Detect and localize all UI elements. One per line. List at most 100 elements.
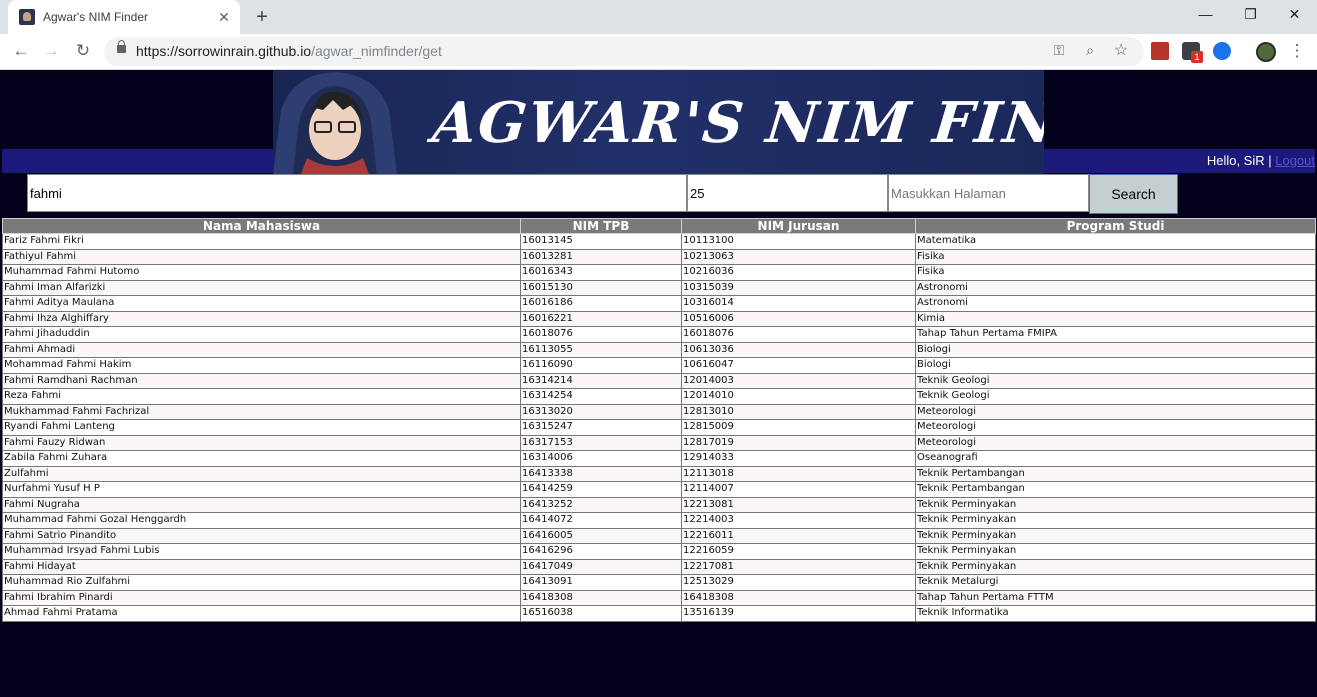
search-button[interactable]: Search bbox=[1089, 174, 1178, 214]
cell-nim-jurusan: 16018076 bbox=[681, 326, 916, 343]
cell-nama: Fathiyul Fahmi bbox=[2, 248, 521, 265]
avatar[interactable] bbox=[1256, 42, 1276, 62]
back-icon[interactable]: ← bbox=[8, 38, 34, 64]
cell-program-studi: Matematika bbox=[915, 233, 1316, 250]
extension-badge: 1 bbox=[1191, 51, 1203, 63]
page-input[interactable]: Masukkan Halaman bbox=[888, 174, 1089, 212]
cell-nim-tpb: 16416005 bbox=[520, 527, 682, 544]
name-search-input[interactable]: fahmi bbox=[27, 174, 687, 212]
table-row: Ahmad Fahmi Pratama 16516038 13516139 Tekni… bbox=[2, 605, 1316, 622]
results-table: Nama Mahasiswa NIM TPB NIM Jurusan Progr… bbox=[2, 218, 1316, 622]
close-tab-icon[interactable]: ✕ bbox=[212, 9, 236, 26]
cell-nama: Ahmad Fahmi Pratama bbox=[2, 605, 521, 622]
cell-nim-tpb: 16314006 bbox=[520, 450, 682, 467]
table-row: Fariz Fahmi Fikri 16013145 10113100 Matemat… bbox=[2, 233, 1316, 250]
new-tab-icon[interactable]: + bbox=[250, 4, 274, 30]
cell-nim-jurusan: 10216036 bbox=[681, 264, 916, 281]
sync-extension-icon[interactable] bbox=[1213, 42, 1231, 60]
cell-nama: Fahmi Ramdhani Rachman bbox=[2, 372, 521, 389]
cell-nim-jurusan: 12216011 bbox=[681, 527, 916, 544]
table-row: Fahmi Ibrahim Pinardi 16418308 16418308 Tah… bbox=[2, 589, 1316, 606]
cell-nim-jurusan: 12214003 bbox=[681, 512, 916, 529]
cell-nim-jurusan: 10213063 bbox=[681, 248, 916, 265]
cell-nama: Mukhammad Fahmi Fachrizal bbox=[2, 403, 521, 420]
cell-nim-tpb: 16317153 bbox=[520, 434, 682, 451]
cell-program-studi: Teknik Perminyakan bbox=[915, 543, 1316, 560]
forward-icon[interactable]: → bbox=[38, 38, 64, 64]
reload-icon[interactable]: ↻ bbox=[70, 38, 96, 64]
cell-program-studi: Fisika bbox=[915, 248, 1316, 265]
greeting-text: Hello, SiR | bbox=[1206, 153, 1276, 168]
header-program-studi: Program Studi bbox=[915, 218, 1316, 234]
cell-nim-tpb: 16413252 bbox=[520, 496, 682, 513]
cell-nama: Muhammad Rio Zulfahmi bbox=[2, 574, 521, 591]
header-nim-tpb: NIM TPB bbox=[520, 218, 682, 234]
cell-nim-jurusan: 10616047 bbox=[681, 357, 916, 374]
table-row: Fahmi Nugraha 16413252 12213081 Teknik Perm… bbox=[2, 496, 1316, 513]
cell-nama: Fahmi Fauzy Ridwan bbox=[2, 434, 521, 451]
site-banner: AGWAR'S NIM FINDER bbox=[273, 70, 1044, 174]
url-host: https://sorrowinrain.github.io bbox=[136, 43, 312, 59]
cell-nim-jurusan: 10613036 bbox=[681, 341, 916, 358]
cell-nim-jurusan: 12014010 bbox=[681, 388, 916, 405]
cell-nama: Muhammad Fahmi Gozal Henggardh bbox=[2, 512, 521, 529]
table-row: Fahmi Fauzy Ridwan 16317153 12817019 Meteor… bbox=[2, 434, 1316, 451]
cell-nim-tpb: 16113055 bbox=[520, 341, 682, 358]
restore-icon[interactable]: ❐ bbox=[1228, 0, 1273, 30]
table-row: Muhammad Rio Zulfahmi 16413091 12513029 Tek… bbox=[2, 574, 1316, 591]
cell-nim-jurusan: 12813010 bbox=[681, 403, 916, 420]
banner-title: AGWAR'S NIM FINDER bbox=[429, 90, 1044, 156]
pdf-extension-icon[interactable] bbox=[1151, 42, 1169, 60]
cell-program-studi: Tahap Tahun Pertama FTTM bbox=[915, 589, 1316, 606]
cell-program-studi: Teknik Pertambangan bbox=[915, 481, 1316, 498]
cell-nim-jurusan: 12213081 bbox=[681, 496, 916, 513]
cell-program-studi: Astronomi bbox=[915, 279, 1316, 296]
cell-nama: Fahmi Satrio Pinandito bbox=[2, 527, 521, 544]
cell-nim-jurusan: 10316014 bbox=[681, 295, 916, 312]
user-greeting: Hello, SiR | Logout bbox=[1207, 149, 1315, 173]
browser-tab[interactable]: Agwar's NIM Finder ✕ bbox=[8, 0, 240, 34]
key-icon[interactable]: ⚿ bbox=[1049, 42, 1069, 59]
table-row: Ryandi Fahmi Lanteng 16315247 12815009 Mete… bbox=[2, 419, 1316, 436]
extension-icon[interactable]: 1 bbox=[1182, 42, 1203, 63]
table-row: Nurfahmi Yusuf H P 16414259 12114007 Teknik… bbox=[2, 481, 1316, 498]
cell-nim-tpb: 16414259 bbox=[520, 481, 682, 498]
mascot-image bbox=[273, 72, 397, 174]
zoom-icon[interactable]: ⌕ bbox=[1080, 42, 1100, 59]
address-bar[interactable]: https://sorrowinrain.github.io/agwar_nim… bbox=[104, 37, 1144, 66]
search-form: fahmi 25 Masukkan Halaman Search bbox=[0, 174, 1317, 214]
tab-title: Agwar's NIM Finder bbox=[43, 10, 148, 24]
cell-nim-jurusan: 12217081 bbox=[681, 558, 916, 575]
cell-nama: Fahmi Iman Alfarizki bbox=[2, 279, 521, 296]
cell-nim-tpb: 16116090 bbox=[520, 357, 682, 374]
table-row: Muhammad Fahmi Gozal Henggardh 16414072 12… bbox=[2, 512, 1316, 529]
table-row: Fahmi Aditya Maulana 16016186 10316014 Astr… bbox=[2, 295, 1316, 312]
cell-nama: Ryandi Fahmi Lanteng bbox=[2, 419, 521, 436]
cell-nim-tpb: 16418308 bbox=[520, 589, 682, 606]
cell-nim-tpb: 16013281 bbox=[520, 248, 682, 265]
minimize-icon[interactable]: — bbox=[1183, 0, 1228, 30]
cell-nim-tpb: 16018076 bbox=[520, 326, 682, 343]
limit-input[interactable]: 25 bbox=[687, 174, 888, 212]
cell-nim-tpb: 16417049 bbox=[520, 558, 682, 575]
cell-nim-jurusan: 10315039 bbox=[681, 279, 916, 296]
cell-program-studi: Fisika bbox=[915, 264, 1316, 281]
menu-kebab-icon[interactable]: ⋮ bbox=[1284, 38, 1310, 64]
bookmark-star-icon[interactable]: ☆ bbox=[1111, 40, 1131, 60]
header-nim-jurusan: NIM Jurusan bbox=[681, 218, 916, 234]
url-text[interactable]: https://sorrowinrain.github.io/agwar_nim… bbox=[136, 43, 442, 59]
cell-nim-tpb: 16315247 bbox=[520, 419, 682, 436]
cell-nama: Fahmi Nugraha bbox=[2, 496, 521, 513]
cell-nim-tpb: 16314214 bbox=[520, 372, 682, 389]
lock-icon[interactable] bbox=[117, 40, 126, 53]
cell-nim-tpb: 16413091 bbox=[520, 574, 682, 591]
cell-nama: Fariz Fahmi Fikri bbox=[2, 233, 521, 250]
cell-nama: Nurfahmi Yusuf H P bbox=[2, 481, 521, 498]
cell-program-studi: Kimia bbox=[915, 310, 1316, 327]
cell-nim-jurusan: 12113018 bbox=[681, 465, 916, 482]
window-close-icon[interactable]: ✕ bbox=[1272, 0, 1317, 30]
cell-nama: Fahmi Ibrahim Pinardi bbox=[2, 589, 521, 606]
cell-nim-jurusan: 12014003 bbox=[681, 372, 916, 389]
logout-link[interactable]: Logout bbox=[1275, 153, 1315, 168]
cell-nim-jurusan: 12216059 bbox=[681, 543, 916, 560]
